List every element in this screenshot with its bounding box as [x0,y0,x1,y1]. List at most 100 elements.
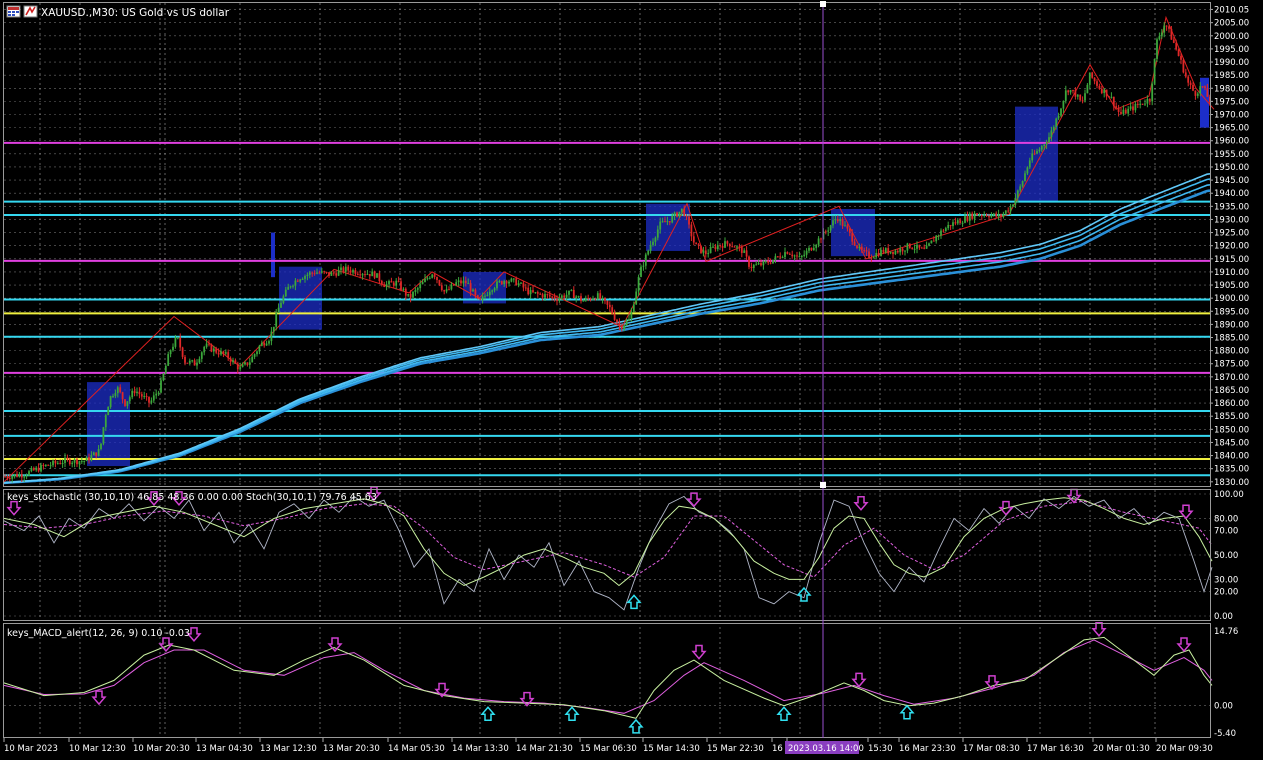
candle-body [517,283,520,286]
candle-body [474,289,477,296]
candle-body [407,294,410,296]
candle-body [992,213,995,216]
chart-background [0,0,1263,760]
candle-body [841,218,844,226]
candle-body [292,285,294,287]
time-tick-label: 20 Mar 09:30 [1156,744,1213,754]
candle-body [632,304,635,312]
candle-body [128,397,131,402]
price-axis[interactable]: 2010.05 2005.00 2000.00 1995.00 1990.00 1985.… [1210,5,1249,488]
candle-body [215,348,218,353]
candle-body [668,221,671,223]
candle-body [904,250,906,252]
candle-body [1172,39,1175,43]
price-tick-label: 1885.00 [1214,334,1249,344]
time-tick-label: 10 Mar 20:30 [133,744,190,754]
candle-body [140,394,143,397]
candle-body [258,345,261,352]
candle-body [985,214,988,217]
candle-body [594,298,597,300]
candle-body [30,468,33,472]
price-tick-label: 1895.00 [1214,307,1249,317]
time-tick-label: 15 Mar 06:30 [580,744,637,754]
candle-body [1062,100,1065,109]
candle-body [649,244,652,251]
candle-body [644,254,647,266]
candle-body [954,222,957,224]
candle-body [313,273,316,275]
candle-body [925,245,928,249]
candle-body [116,387,119,394]
price-tick-label: 1985.00 [1214,71,1249,81]
time-tick-label: 10 Mar 12:30 [69,744,126,754]
candle-body [1093,77,1096,82]
candle-body [532,290,534,293]
candle-body [1069,90,1072,93]
stochastic-tick-label: 0.00 [1214,612,1233,622]
candle-body [565,294,568,298]
candle-body [1012,204,1014,207]
time-tick-label: 15 Mar 22:30 [707,744,764,754]
candle-body [179,337,182,348]
candle-body [796,255,798,257]
candle-body [805,250,808,255]
candle-body [18,474,21,477]
candle-body [800,255,803,257]
price-tick-label: 1910.00 [1214,268,1249,278]
candle-body [757,263,760,265]
candle-body [49,465,52,467]
candle-body [395,280,398,286]
candle-body [863,250,866,252]
trading-chart-window[interactable]: 2010.05 2005.00 2000.00 1995.00 1990.00 1985.… [0,0,1263,760]
candle-body [428,277,431,279]
crosshair-handle-top[interactable] [820,1,826,7]
candle-body [875,252,878,258]
candle-body [445,289,448,292]
candle-body [457,280,460,283]
symbol-flag-icon[interactable] [23,5,38,18]
candle-body [304,276,306,279]
time-tick-label: 20 Mar 01:30 [1093,744,1150,754]
candle-body [899,248,902,253]
signal-zone-marker [271,232,275,278]
candle-body [1057,115,1060,119]
candle-body [126,401,129,406]
candle-body [364,274,366,276]
price-tick-label: 1880.00 [1214,347,1249,357]
candle-body [246,362,249,365]
chart-window-icon[interactable] [6,5,21,18]
candle-body [928,243,930,246]
crosshair-handle-bottom[interactable] [820,482,826,488]
candle-body [601,297,604,299]
candle-body [1196,93,1199,96]
candle-body [582,300,585,302]
candle-body [1199,86,1202,94]
candle-body [289,286,292,288]
candle-body [803,254,806,256]
candle-body [263,342,266,346]
macd-tick-label: -5.40 [1214,729,1236,739]
candle-body [174,337,177,347]
candle-body [90,455,93,461]
candle-body [548,294,551,297]
candle-body [956,220,959,224]
candle-body [1132,106,1134,111]
candle-body [688,216,690,225]
candle-body [599,293,602,299]
candle-body [570,289,573,291]
candle-body [940,230,942,236]
candle-body [342,267,345,272]
candle-body [217,352,220,355]
candle-body [608,304,611,308]
candle-body [424,278,426,283]
price-tick-label: 1995.00 [1214,45,1249,55]
candle-body [865,250,868,252]
candle-body [839,218,842,222]
candle-body [952,222,954,227]
candle-body [716,245,719,250]
candle-body [853,241,856,246]
candle-body [222,351,225,354]
candle-body [760,263,762,266]
candle-body [817,238,820,245]
candle-body [299,279,302,282]
